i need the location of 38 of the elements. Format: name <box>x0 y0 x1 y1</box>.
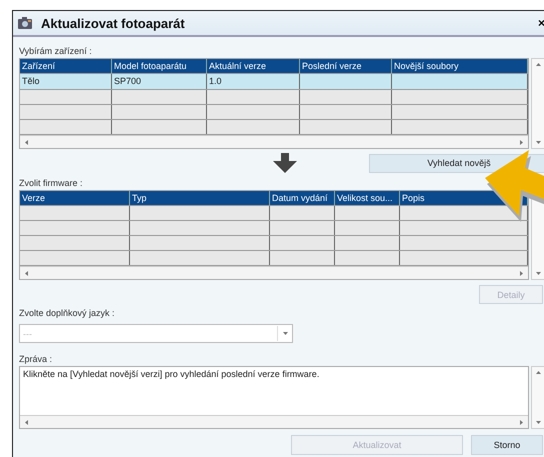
right-arrow-icon[interactable] <box>519 140 524 144</box>
right-arrow-icon[interactable] <box>519 420 524 424</box>
section-label: Vybírám zařízení : <box>19 45 93 58</box>
right-arrow-icon[interactable] <box>519 270 524 276</box>
column-header[interactable]: Velikost sou... <box>335 191 400 205</box>
dialog-button[interactable]: Storno <box>471 435 543 455</box>
column-header[interactable]: Poslední verze <box>300 59 392 73</box>
section-label: Zvolit firmware : <box>19 177 84 190</box>
down-arrow-icon <box>273 153 297 173</box>
field-label: Zvolte doplňkový jazyk : <box>19 307 116 320</box>
up-arrow-icon[interactable] <box>536 62 541 67</box>
up-arrow-icon[interactable] <box>536 370 541 375</box>
table-row[interactable]: Tělo SP700 1.0 <box>20 74 528 90</box>
table-cell: Tělo <box>20 74 112 89</box>
camera-icon <box>17 16 33 30</box>
left-arrow-icon[interactable] <box>24 140 29 144</box>
vertical-scrollbar[interactable] <box>531 58 544 149</box>
column-header[interactable]: Aktuální verze <box>207 59 300 73</box>
window-title: Aktualizovat fotoaparát <box>41 16 185 30</box>
down-arrow-icon[interactable] <box>536 271 541 276</box>
column-header[interactable]: Model fotoaparátu <box>112 59 207 73</box>
table-cell: 1.0 <box>207 74 300 89</box>
column-header[interactable]: Verze <box>20 191 130 205</box>
field-label: Zpráva : <box>19 353 54 366</box>
column-header[interactable]: Datum vydání <box>270 191 335 205</box>
horizontal-scrollbar[interactable] <box>20 135 528 148</box>
horizontal-scrollbar[interactable] <box>20 415 528 428</box>
vertical-scrollbar[interactable] <box>531 366 544 429</box>
horizontal-scrollbar[interactable] <box>20 266 528 279</box>
message-box[interactable]: Klikněte na [Vyhledat novější verzi] pro vyhledání poslední verze firmware. <box>19 366 530 429</box>
down-arrow-icon[interactable] <box>536 420 541 425</box>
column-header[interactable]: Zařízení <box>20 59 112 73</box>
down-arrow-icon[interactable] <box>536 140 541 145</box>
table-cell: SP700 <box>112 74 207 89</box>
left-arrow-icon[interactable] <box>24 420 29 424</box>
left-arrow-icon[interactable] <box>24 270 29 276</box>
column-header[interactable]: Typ <box>130 191 270 205</box>
column-header[interactable]: Novější soubory <box>392 59 528 73</box>
